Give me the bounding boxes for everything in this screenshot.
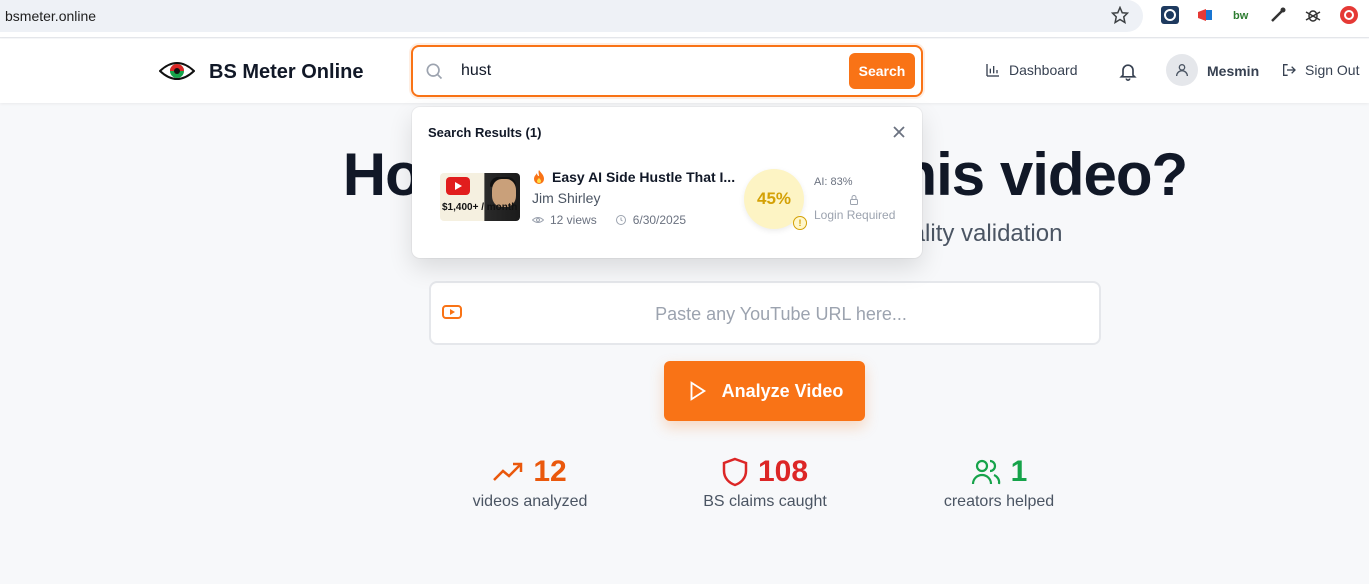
avatar[interactable] <box>1166 54 1198 86</box>
users-icon <box>971 459 1000 485</box>
thumbnail-text: $1,400+ / month <box>442 202 518 213</box>
bar-chart-icon <box>986 64 999 77</box>
youtube-url-input[interactable] <box>481 299 1081 329</box>
video-meta: 12 views 6/30/2025 <box>532 213 686 227</box>
warning-icon: ! <box>793 216 807 230</box>
video-title-text: Easy AI Side Hustle That I... <box>552 169 736 185</box>
bs-score-value: 45% <box>756 189 792 208</box>
url-text[interactable]: bsmeter.online <box>5 8 96 24</box>
video-title[interactable]: Easy AI Side Hustle That I... <box>532 169 735 185</box>
youtube-play-icon <box>446 177 470 195</box>
svg-text:bw: bw <box>1233 10 1249 22</box>
eyedropper-extension-icon[interactable] <box>1268 5 1288 25</box>
sign-out-button[interactable]: Sign Out <box>1281 62 1359 78</box>
play-icon <box>690 381 706 401</box>
app-title[interactable]: BS Meter Online <box>209 61 363 84</box>
login-required-label: Login Required <box>814 208 896 222</box>
search-results-title: Search Results (1) <box>428 125 542 140</box>
megaphone-extension-icon[interactable] <box>1196 5 1216 25</box>
search-input[interactable] <box>461 57 841 85</box>
video-author: Jim Shirley <box>532 190 601 206</box>
search-icon <box>424 61 444 86</box>
stat-value: 12 <box>533 455 567 488</box>
bell-icon[interactable] <box>1118 61 1138 86</box>
youtube-icon <box>442 304 462 325</box>
video-thumbnail[interactable]: $1,400+ / month <box>440 173 520 221</box>
stat-bs-claims-caught: 108 BS claims caught <box>700 455 830 511</box>
stat-value: 108 <box>757 455 809 488</box>
stat-value: 1 <box>1010 455 1028 488</box>
analyze-video-label: Analyze Video <box>721 380 844 401</box>
analyze-video-button[interactable]: Analyze Video <box>664 361 865 421</box>
search-box: Search <box>411 45 923 97</box>
ai-score-label: AI: 83% <box>814 176 853 188</box>
bookmark-star-icon[interactable] <box>1110 5 1130 29</box>
red-circle-extension-icon[interactable] <box>1339 5 1359 25</box>
eye-logo-icon[interactable] <box>158 59 196 88</box>
trending-up-icon <box>493 462 523 481</box>
fire-icon <box>534 170 544 184</box>
browser-bar: bsmeter.online bw <box>0 0 1369 38</box>
search-button[interactable]: Search <box>849 53 915 89</box>
video-date: 6/30/2025 <box>632 213 687 227</box>
stat-videos-analyzed: 12 videos analyzed <box>470 455 590 511</box>
bug-extension-icon[interactable] <box>1303 5 1323 25</box>
stat-label: BS claims caught <box>703 493 827 510</box>
user-icon <box>1176 63 1188 77</box>
close-icon[interactable] <box>892 125 906 144</box>
eye-icon <box>532 217 544 223</box>
bw-extension-icon[interactable]: bw <box>1232 5 1252 25</box>
clock-icon <box>615 215 626 225</box>
shield-icon <box>722 457 748 487</box>
user-name[interactable]: Mesmin <box>1207 63 1259 79</box>
sign-out-icon <box>1283 64 1296 76</box>
address-bar[interactable]: bsmeter.online <box>0 0 1143 32</box>
app-header: BS Meter Online Search Dashboard Mesmin … <box>0 39 1369 103</box>
video-views: 12 views <box>550 213 597 227</box>
sign-out-label: Sign Out <box>1305 62 1360 78</box>
dashboard-link[interactable]: Dashboard <box>985 62 1078 78</box>
youtube-url-field <box>429 281 1101 345</box>
blue-square-extension-icon[interactable] <box>1160 5 1180 25</box>
search-results-dropdown: Search Results (1) $1,400+ / month Easy … <box>412 107 922 258</box>
stat-label: creators helped <box>943 493 1055 510</box>
stat-label: videos analyzed <box>472 493 588 510</box>
stat-creators-helped: 1 creators helped <box>940 455 1058 511</box>
dashboard-label: Dashboard <box>1009 62 1078 78</box>
